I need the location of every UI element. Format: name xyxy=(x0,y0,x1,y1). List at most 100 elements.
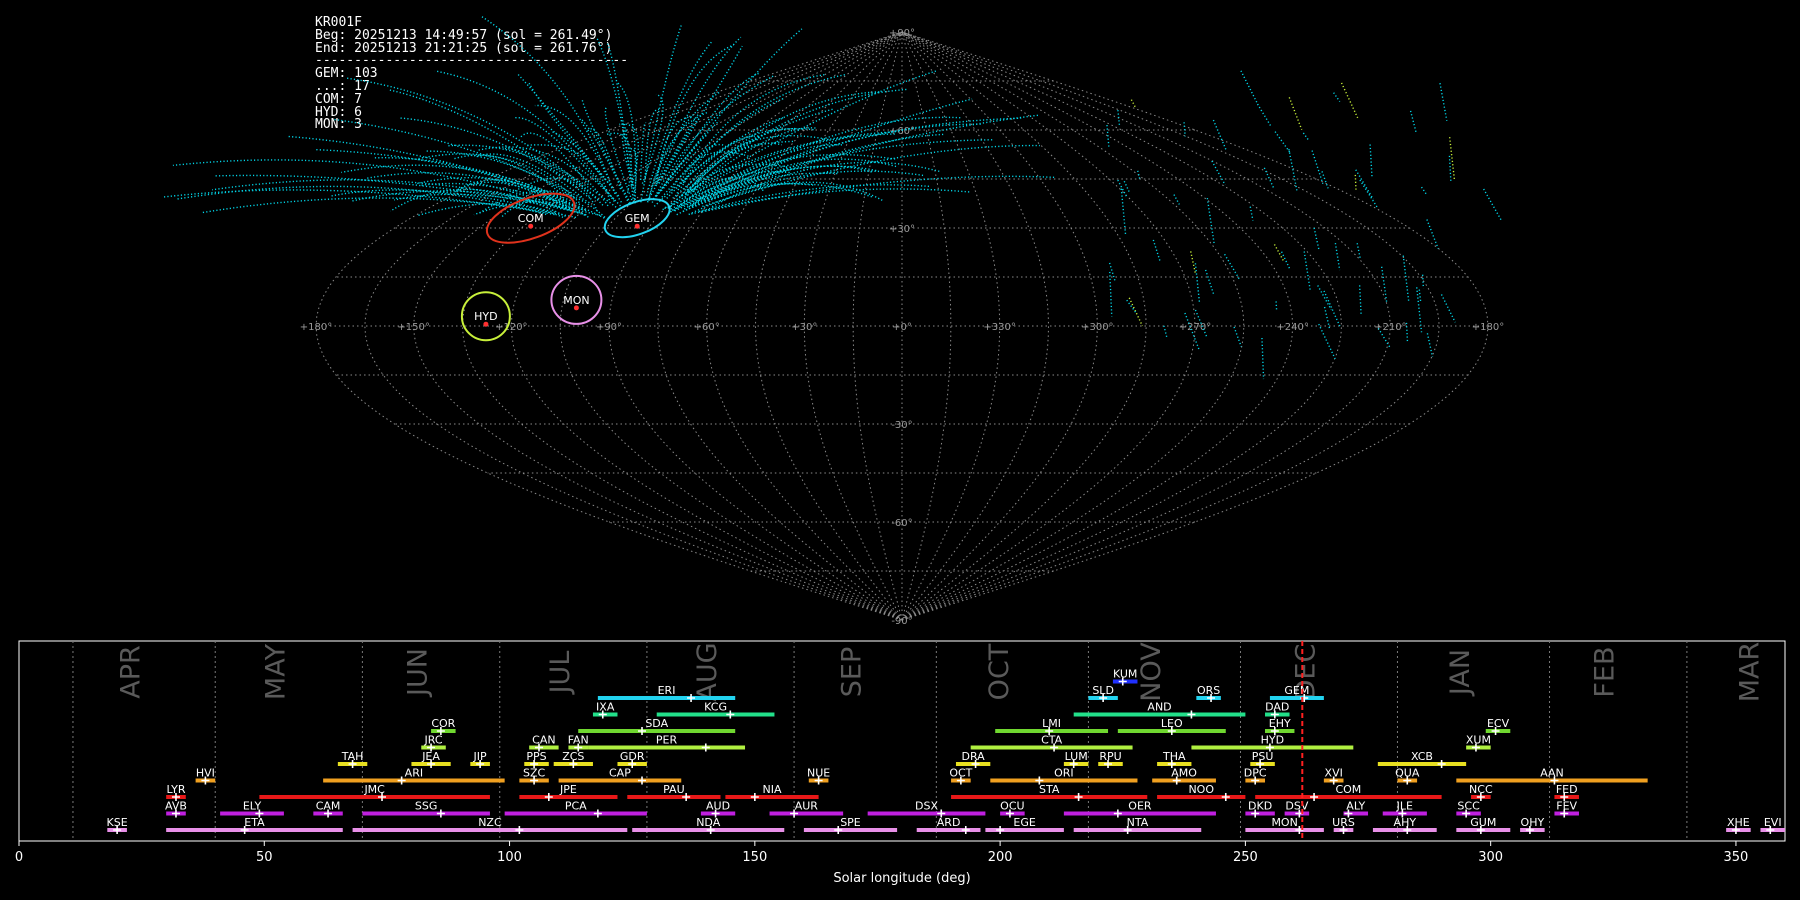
shower-label: SLD xyxy=(1092,684,1114,697)
x-tick-label: 50 xyxy=(256,850,273,865)
meteor-streak xyxy=(1439,83,1448,121)
meteor-streak xyxy=(1354,174,1357,190)
meteor-streak xyxy=(1249,206,1254,221)
meteor-streak xyxy=(1256,103,1273,128)
meteor-streak xyxy=(314,148,566,204)
shower-label: JIP xyxy=(473,750,487,763)
meteor-streak xyxy=(1448,155,1452,181)
meteor-streak xyxy=(701,175,1056,213)
shower-label: SPE xyxy=(840,816,861,829)
shower-label: NZC xyxy=(478,816,502,829)
shower-label: EHY xyxy=(1269,717,1291,730)
shower-label: AND xyxy=(1147,701,1171,714)
x-axis-title: Solar longitude (deg) xyxy=(833,871,970,886)
shower-label: NDA xyxy=(696,816,721,829)
longitude-tick-label: +60° xyxy=(694,322,720,333)
meteor-streak xyxy=(1333,92,1341,103)
meteor-streak xyxy=(1418,289,1422,302)
shower-label: AHY xyxy=(1394,816,1417,829)
month-label: APR xyxy=(116,645,147,699)
meteor-streak xyxy=(623,121,636,203)
longitude-tick-label: +150° xyxy=(397,322,429,333)
month-label: AUG xyxy=(692,642,723,701)
shower-label: XCB xyxy=(1411,750,1433,763)
shower-label: ALY xyxy=(1346,800,1365,813)
shower-peak-marker xyxy=(996,826,1005,834)
shower-label: GDR xyxy=(620,750,645,763)
shower-label: DPC xyxy=(1244,767,1267,780)
longitude-tick-label: +330° xyxy=(983,322,1015,333)
shower-label: IXA xyxy=(596,701,615,714)
meteor-streak xyxy=(1426,219,1439,249)
meteor-streak xyxy=(1369,144,1373,177)
meteor-streak xyxy=(704,117,1022,202)
shower-label: MON xyxy=(1271,816,1297,829)
shower-label: ORS xyxy=(1197,684,1220,697)
latitude-tick-label: -90° xyxy=(891,616,912,627)
shower-label: NUE xyxy=(807,767,830,780)
radiant-label: COM xyxy=(518,212,544,225)
shower-label: LEO xyxy=(1161,717,1183,730)
shower-label: ARI xyxy=(405,767,423,780)
shower-label: SDA xyxy=(645,717,668,730)
meteor-streak xyxy=(345,77,599,201)
shower-label: COR xyxy=(431,717,455,730)
meteor-streak xyxy=(480,15,612,185)
shower-peak-marker xyxy=(436,809,445,818)
shower-peak-marker xyxy=(638,776,647,785)
meteor-streak xyxy=(1163,325,1168,338)
meteor-streak xyxy=(1126,299,1137,314)
meteor-streak xyxy=(586,128,622,190)
latitude-tick-label: +30° xyxy=(889,224,915,235)
meteor-streak xyxy=(1128,297,1144,327)
shower-label: GUM xyxy=(1470,816,1496,829)
shower-label: EGE xyxy=(1013,816,1035,829)
shower-label: JLE xyxy=(1396,800,1413,813)
x-tick-label: 150 xyxy=(742,850,767,865)
shower-label: CTA xyxy=(1041,734,1063,747)
meteor-streak xyxy=(519,132,589,186)
meteor-streak xyxy=(1321,171,1329,189)
meteor-streak xyxy=(1402,255,1410,301)
meteor-streak xyxy=(1190,251,1196,274)
meteor-streak xyxy=(1483,188,1503,222)
x-tick-label: 200 xyxy=(988,850,1013,865)
shower-peak-marker xyxy=(593,809,602,818)
meteor-streak xyxy=(1274,131,1291,153)
meteor-streak xyxy=(1130,99,1137,110)
meteor-streak xyxy=(1440,294,1456,323)
shower-label: SCC xyxy=(1457,800,1480,813)
shower-label: CAN xyxy=(532,734,555,747)
meteor-streak xyxy=(1323,290,1341,327)
shower-label: AUR xyxy=(795,800,819,813)
shower-label: OCU xyxy=(1000,800,1024,813)
meteor-streak xyxy=(670,183,814,213)
month-label: NOV xyxy=(1136,642,1167,702)
meteor-streak xyxy=(1318,323,1336,360)
meteor-streak xyxy=(1206,197,1215,245)
longitude-tick-label: +240° xyxy=(1276,322,1308,333)
shower-label: KSE xyxy=(107,816,128,829)
shower-label: COM xyxy=(1335,783,1361,796)
shower-label: AUD xyxy=(706,800,730,813)
meteor-streak xyxy=(644,108,660,178)
shower-label: PSU xyxy=(1252,750,1274,763)
meteor-streak xyxy=(670,123,982,210)
shower-label: OER xyxy=(1128,800,1152,813)
meteor-streak xyxy=(1273,244,1285,263)
shower-label: PAU xyxy=(663,783,685,796)
meteor-streak xyxy=(691,188,971,215)
month-label: OCT xyxy=(984,643,1015,700)
shower-peak-marker xyxy=(1310,793,1319,801)
shower-label: CAP xyxy=(609,767,631,780)
meteor-streak xyxy=(434,70,615,202)
meteor-streak xyxy=(1152,239,1161,262)
shower-label: DKD xyxy=(1248,800,1272,813)
meteor-streak xyxy=(1106,124,1110,149)
shower-label: JPE xyxy=(559,783,577,796)
meteor-streak xyxy=(1194,263,1201,304)
shower-label: ARD xyxy=(937,816,961,829)
meteor-streak xyxy=(662,72,761,189)
shower-peak-marker xyxy=(726,710,735,719)
shower-label: JEA xyxy=(421,750,440,763)
